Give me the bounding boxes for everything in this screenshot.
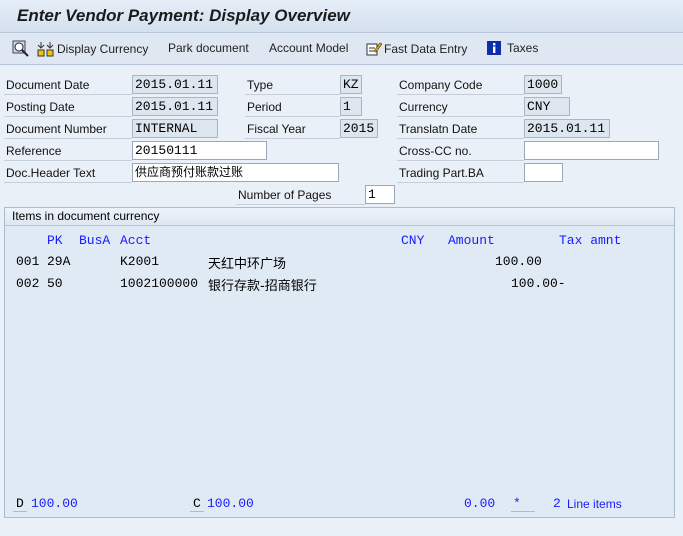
doc-header-text-field[interactable]: 供应商预付账款过账 (132, 163, 339, 182)
taxes-label: Taxes (507, 41, 539, 55)
item-no: 001 (16, 254, 40, 269)
taxes-button[interactable]: Taxes (487, 41, 538, 55)
display-currency-label: Display Currency (57, 42, 149, 56)
line-item-count: 2 (553, 496, 561, 511)
number-of-pages-label: Number of Pages (236, 186, 365, 205)
credit-indicator: C (190, 496, 204, 512)
col-amount: Amount (448, 233, 495, 248)
display-document-button[interactable] (12, 40, 30, 57)
item-amount: 100.00- (511, 276, 566, 291)
col-pk: PK (47, 233, 63, 248)
debit-total: 100.00 (31, 496, 78, 511)
translatn-date-field[interactable]: 2015.01.11 (524, 119, 610, 138)
fast-data-entry-label: Fast Data Entry (384, 41, 468, 56)
park-document-button[interactable]: Park document (168, 41, 249, 55)
col-acct: Acct (120, 233, 152, 248)
item-amount: 100.00 (495, 254, 542, 269)
table-row[interactable]: 002 50 1002100000 银行存款-招商银行 100.00- (5, 276, 674, 296)
item-pk: 50 (47, 276, 63, 291)
edit-document-icon (366, 42, 382, 56)
items-panel-title: Items in document currency (5, 208, 674, 226)
balance-status: * (511, 496, 535, 512)
magnifier-icon (12, 40, 29, 57)
fiscal-year-field[interactable]: 2015 (340, 119, 378, 138)
col-cny: CNY (401, 233, 425, 248)
posting-date-label: Posting Date (4, 98, 132, 117)
type-field[interactable]: KZ (340, 75, 362, 94)
item-pk: 29A (47, 254, 71, 269)
fast-data-entry-button[interactable]: Fast Data Entry (366, 41, 467, 56)
balance: 0.00 (464, 496, 496, 511)
debit-indicator: D (13, 496, 27, 512)
table-row[interactable]: 001 29A K2001 天红中环广场 100.00 (5, 254, 674, 274)
cross-cc-label: Cross-CC no. (397, 142, 524, 161)
item-name: 天红中环广场 (208, 257, 287, 272)
reference-label: Reference (4, 142, 132, 161)
col-tax-amnt: Tax amnt (559, 233, 622, 248)
page-title: Enter Vendor Payment: Display Overview (17, 6, 350, 25)
reference-field[interactable]: 20150111 (132, 141, 267, 160)
info-icon (487, 41, 501, 55)
currency-label: Currency (397, 98, 524, 117)
currency-field[interactable]: CNY (524, 97, 570, 116)
doc-header-text-label: Doc.Header Text (4, 164, 132, 183)
cross-cc-field[interactable] (524, 141, 659, 160)
company-code-label: Company Code (397, 76, 524, 95)
display-currency-button[interactable]: Display Currency (37, 41, 148, 57)
item-acct: 1002100000 (120, 276, 199, 291)
type-label: Type (245, 76, 340, 95)
posting-date-field[interactable]: 2015.01.11 (132, 97, 218, 116)
document-number-field[interactable]: INTERNAL (132, 119, 218, 138)
translatn-date-label: Translatn Date (397, 120, 524, 139)
company-code-field[interactable]: 1000 (524, 75, 562, 94)
trading-part-label: Trading Part.BA (397, 164, 524, 183)
item-name: 银行存款-招商银行 (208, 279, 317, 294)
document-number-label: Document Number (4, 120, 132, 139)
line-items-label: Line items (567, 497, 622, 511)
fiscal-year-label: Fiscal Year (245, 120, 340, 139)
items-panel: Items in document currency PK BusA Acct … (4, 207, 675, 518)
number-of-pages-field[interactable]: 1 (365, 185, 395, 204)
document-date-label: Document Date (4, 76, 132, 95)
col-busa: BusA (79, 233, 111, 248)
period-field[interactable]: 1 (340, 97, 362, 116)
period-label: Period (245, 98, 340, 117)
item-no: 002 (16, 276, 40, 291)
credit-total: 100.00 (207, 496, 254, 511)
document-date-field[interactable]: 2015.01.11 (132, 75, 218, 94)
account-model-button[interactable]: Account Model (269, 41, 348, 55)
trading-part-field[interactable] (524, 163, 563, 182)
currency-icon (37, 42, 54, 57)
item-acct: K2001 (120, 254, 160, 269)
